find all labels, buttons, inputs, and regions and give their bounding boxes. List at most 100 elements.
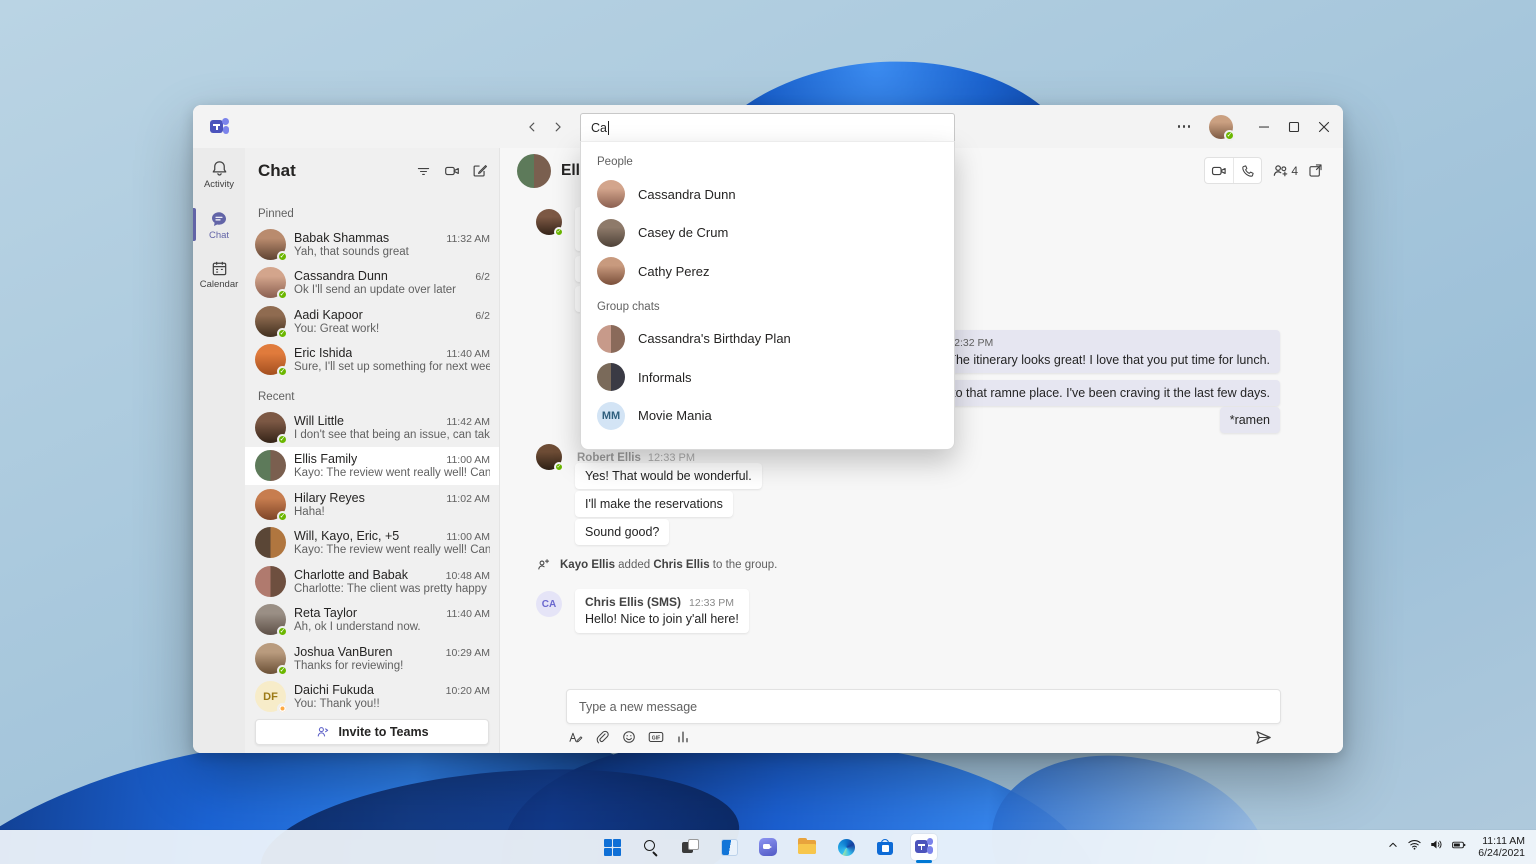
search-result-item[interactable]: Cassandra Dunn bbox=[581, 175, 954, 214]
new-chat-icon[interactable] bbox=[470, 162, 489, 181]
chat-list-item[interactable]: Ellis Family 11:00 AM Kayo: The review wen… bbox=[245, 446, 499, 485]
minimize-button[interactable] bbox=[1249, 105, 1279, 148]
chat-list-item[interactable]: ✓ Hilary Reyes 11:02 AM Haha! bbox=[245, 485, 499, 524]
chat-item-time: 10:48 AM bbox=[445, 569, 490, 582]
gif-icon[interactable]: GIF bbox=[647, 728, 665, 746]
message-bubble[interactable]: Yes! That would be wonderful. bbox=[575, 463, 762, 489]
chat-item-preview: Sure, I'll set up something for next wee… bbox=[294, 361, 490, 374]
more-options-icon[interactable] bbox=[1171, 125, 1197, 128]
chat-item-time: 10:29 AM bbox=[445, 646, 490, 659]
presence-available-icon: ✓ bbox=[277, 250, 288, 262]
chat-item-name: Aadi Kapoor bbox=[294, 307, 363, 322]
calendar-icon bbox=[212, 261, 226, 276]
chat-list-item[interactable]: DF Daichi Fukuda 10:20 AM You: Thank you!! bbox=[245, 678, 499, 717]
chat-list-item[interactable]: ✓ Cassandra Dunn 6/2 Ok I'll send an update… bbox=[245, 264, 499, 303]
meet-now-icon[interactable] bbox=[442, 162, 461, 181]
rail-item-calendar[interactable]: Calendar bbox=[193, 251, 245, 298]
invite-to-teams-button[interactable]: Invite to Teams bbox=[255, 719, 489, 745]
invite-label: Invite to Teams bbox=[338, 725, 429, 739]
filter-icon[interactable] bbox=[414, 162, 433, 181]
search-result-item[interactable]: Casey de Crum bbox=[581, 214, 954, 253]
wifi-icon[interactable] bbox=[1407, 837, 1422, 857]
system-tray: 11:11 AM 6/24/2021 bbox=[1386, 830, 1536, 864]
task-view-icon[interactable] bbox=[677, 834, 703, 860]
presence-available-icon: ✓ bbox=[277, 664, 288, 676]
edge-icon[interactable] bbox=[833, 834, 859, 860]
message-input[interactable]: Type a new message bbox=[566, 689, 1281, 724]
avatar bbox=[255, 565, 286, 597]
chat-list-item[interactable]: ✓ Reta Taylor 11:40 AM Ah, ok I understand … bbox=[245, 601, 499, 640]
chat-item-preview: Haha! bbox=[294, 505, 325, 518]
chat-list-item[interactable]: ✓ Aadi Kapoor 6/2 You: Great work! bbox=[245, 302, 499, 341]
chat-taskbar-icon[interactable] bbox=[755, 834, 781, 860]
chat-list-item[interactable]: ✓ Babak Shammas 11:32 AM Yah, that sounds g… bbox=[245, 225, 499, 264]
chat-item-preview: Kayo: The review went really well! Can't… bbox=[294, 467, 490, 480]
presence-available-icon: ✓ bbox=[1224, 129, 1235, 141]
teams-taskbar-icon[interactable] bbox=[911, 834, 937, 863]
back-icon[interactable] bbox=[523, 118, 541, 136]
chat-item-name: Charlotte and Babak bbox=[294, 567, 408, 582]
taskbar-search-icon[interactable] bbox=[638, 834, 664, 860]
avatar bbox=[597, 363, 625, 392]
message-bubble[interactable]: Chris Ellis (SMS) 12:33 PM Hello! Nice to… bbox=[575, 589, 749, 633]
chat-item-time: 11:00 AM bbox=[446, 531, 490, 544]
search-result-item[interactable]: Cassandra's Birthday Plan bbox=[581, 320, 954, 359]
file-explorer-icon[interactable] bbox=[794, 834, 820, 860]
rail-item-activity[interactable]: Activity bbox=[193, 151, 245, 198]
sms-sender-row: Chris Ellis (SMS) 12:33 PM bbox=[585, 595, 734, 609]
search-result-item[interactable]: Informals bbox=[581, 358, 954, 397]
store-icon[interactable] bbox=[872, 834, 898, 860]
avatar: ✓ bbox=[255, 228, 288, 262]
chat-list-item[interactable]: ✓ Will Little 11:42 AM I don't see that bei… bbox=[245, 408, 499, 447]
chat-item-time: 11:40 AM bbox=[446, 348, 490, 361]
invite-person-icon bbox=[318, 727, 329, 737]
format-icon[interactable] bbox=[566, 728, 584, 746]
presence-available-icon: ✓ bbox=[554, 227, 564, 237]
attach-icon[interactable] bbox=[593, 728, 611, 746]
send-icon[interactable] bbox=[1252, 726, 1274, 748]
close-button[interactable] bbox=[1309, 105, 1339, 148]
search-result-item[interactable]: Cathy Perez bbox=[581, 252, 954, 291]
taskbar-clock[interactable]: 11:11 AM 6/24/2021 bbox=[1478, 835, 1525, 860]
avatar bbox=[255, 450, 286, 482]
tray-chevron-icon[interactable] bbox=[1386, 838, 1400, 857]
maximize-button[interactable] bbox=[1279, 105, 1309, 148]
message-bubble[interactable]: Sound good? bbox=[575, 519, 670, 545]
chat-item-name: Babak Shammas bbox=[294, 230, 390, 245]
emoji-icon[interactable] bbox=[620, 728, 638, 746]
avatar bbox=[597, 180, 625, 209]
results-section-people: People bbox=[597, 156, 633, 168]
message-bubble[interactable]: I'll make the reservations bbox=[575, 491, 733, 517]
chat-item-preview: Thanks for reviewing! bbox=[294, 659, 404, 672]
selected-indicator bbox=[193, 208, 196, 241]
avatar: MM bbox=[597, 401, 625, 430]
search-result-name: Cathy Perez bbox=[638, 263, 710, 279]
app-rail: Activity Chat Calendar bbox=[193, 148, 245, 753]
search-results-dropdown: People Cassandra Dunn Casey de Crum Cathy … bbox=[580, 141, 955, 450]
chat-item-preview: Kayo: The review went really well! Can't… bbox=[294, 544, 490, 557]
chat-list-item[interactable]: ✓ Eric Ishida 11:40 AM Sure, I'll set up so… bbox=[245, 341, 499, 380]
search-popup: Ca People Cassandra Dunn Casey de Crum Cat… bbox=[580, 113, 955, 450]
volume-icon[interactable] bbox=[1429, 837, 1444, 857]
profile-avatar[interactable]: ✓ bbox=[1209, 114, 1235, 141]
search-input[interactable]: Ca bbox=[580, 113, 955, 141]
rail-item-chat[interactable]: Chat bbox=[193, 201, 245, 248]
battery-icon[interactable] bbox=[1451, 837, 1467, 858]
chat-item-time: 11:02 AM bbox=[446, 492, 490, 505]
search-result-item[interactable]: MM Movie Mania bbox=[581, 397, 954, 436]
message-bubble-sent[interactable]: *ramen bbox=[1219, 407, 1280, 433]
chat-list-item[interactable]: Charlotte and Babak 10:48 AM Charlotte: Th… bbox=[245, 562, 499, 601]
avatar bbox=[597, 324, 625, 353]
avatar: ✓ bbox=[536, 209, 564, 237]
poll-icon[interactable] bbox=[674, 728, 692, 746]
message-input-placeholder: Type a new message bbox=[579, 699, 698, 714]
chat-item-name: Will Little bbox=[294, 413, 345, 428]
forward-icon[interactable] bbox=[549, 118, 567, 136]
chat-item-name: Joshua VanBuren bbox=[294, 644, 393, 659]
chat-list-item[interactable]: ✓ Joshua VanBuren 10:29 AM Thanks for revie… bbox=[245, 639, 499, 678]
widgets-icon[interactable] bbox=[716, 834, 742, 860]
chat-list-item[interactable]: Will, Kayo, Eric, +5 11:00 AM Kayo: The re… bbox=[245, 524, 499, 563]
desktop: ✓ Activity Chat Calendar Chat Pinned ✓ B… bbox=[0, 0, 1536, 864]
message-bubble-sent[interactable]: 12:32 PM The itinerary looks great! I lo… bbox=[938, 330, 1280, 373]
start-button[interactable] bbox=[599, 834, 625, 860]
